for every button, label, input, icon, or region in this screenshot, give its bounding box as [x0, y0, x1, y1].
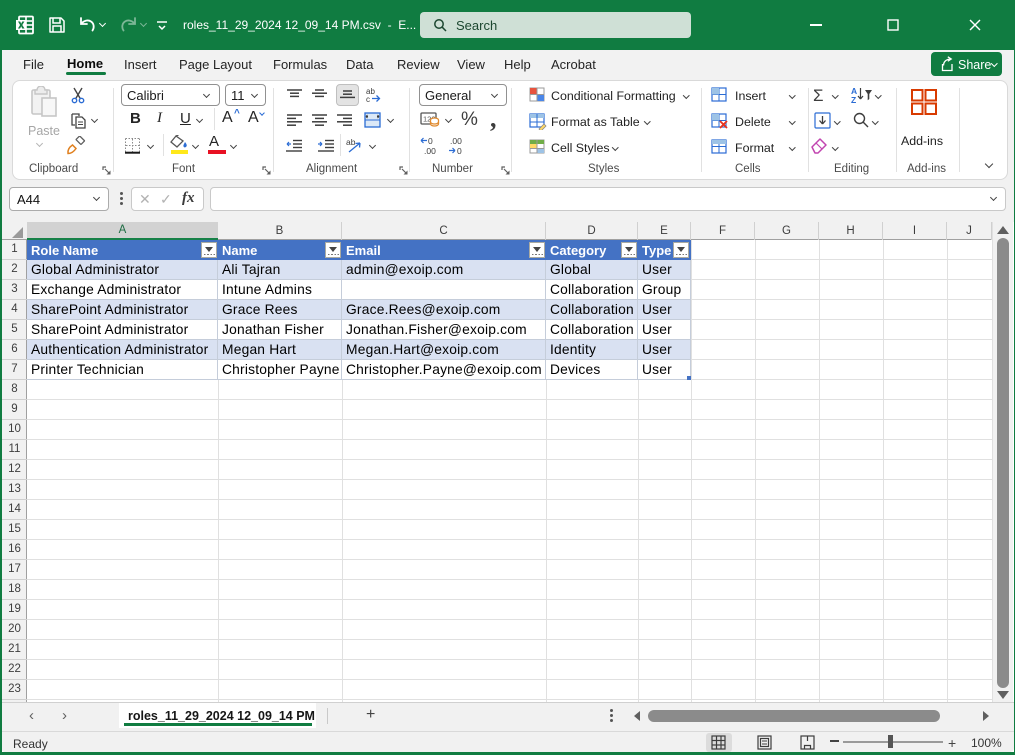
svg-text:0: 0: [457, 146, 462, 156]
svg-text:ab: ab: [346, 137, 356, 147]
svg-text:Z: Z: [851, 95, 856, 104]
svg-text:.00: .00: [450, 136, 462, 146]
svg-text:c: c: [366, 95, 370, 103]
svg-text:.00: .00: [424, 146, 436, 156]
svg-text:0: 0: [428, 136, 433, 146]
